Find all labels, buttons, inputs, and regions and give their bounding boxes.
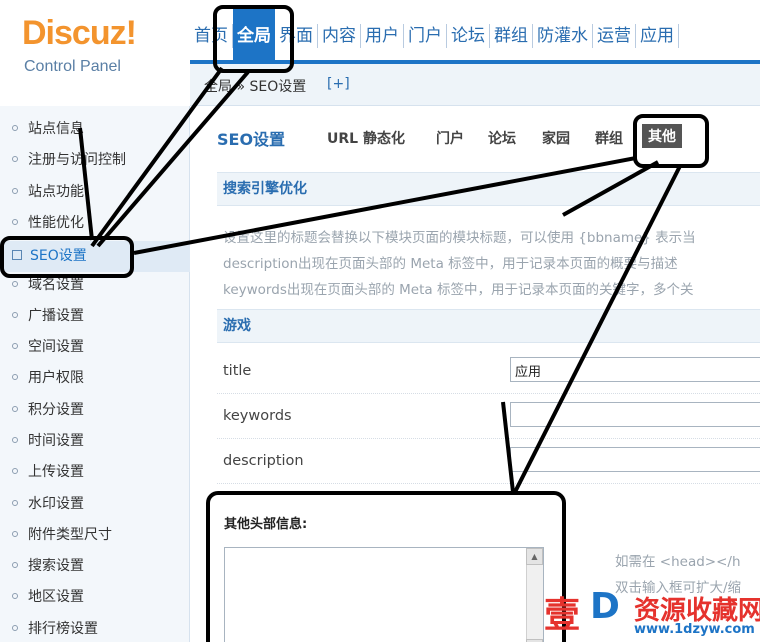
callout-seo-sidebar [0, 236, 134, 278]
head-info-note-1: 如需在 <head></h [615, 554, 741, 570]
bullet-icon [12, 437, 18, 443]
bullet-icon [12, 468, 18, 474]
keywords-label: keywords [223, 408, 292, 424]
bullet-icon [12, 593, 18, 599]
main-content: SEO设置 URL 静态化 门户 论坛 家园 群组 其他 搜索引擎优化 设置这里… [190, 106, 760, 642]
sidebar-item-label: 广播设置 [28, 308, 84, 324]
sidebar-item-credits[interactable]: 积分设置 [0, 395, 190, 426]
title-label: title [223, 363, 252, 379]
sidebar: 站点信息 注册与访问控制 站点功能 性能优化 SEO设置 域名设置 广播设置 空… [0, 106, 190, 642]
sidebar-item-label: 空间设置 [28, 339, 84, 355]
sidebar-item-permissions[interactable]: 用户权限 [0, 363, 190, 394]
sidebar-item-upload[interactable]: 上传设置 [0, 457, 190, 488]
nav-portal[interactable]: 门户 [404, 24, 447, 48]
sidebar-item-label: 附件类型尺寸 [28, 527, 112, 543]
logo-subtitle: Control Panel [24, 58, 121, 75]
section-seo-header: 搜索引擎优化 [217, 172, 760, 206]
field-row-keywords: keywords [217, 394, 760, 439]
callout-global-tab [213, 5, 294, 73]
site-watermark: 壹 D 资源收藏网 www.1dzyw.com [542, 586, 760, 642]
tab-home[interactable]: 家园 [542, 128, 570, 148]
bullet-icon [12, 343, 18, 349]
sidebar-item-label: 性能优化 [28, 215, 84, 231]
bullet-icon [12, 156, 18, 162]
sidebar-item-label: 上传设置 [28, 464, 84, 480]
other-head-info-label: 其他头部信息: [224, 517, 308, 532]
breadcrumb-add-link[interactable]: [+] [327, 76, 350, 92]
tab-seo-settings[interactable]: SEO设置 [217, 126, 285, 150]
other-head-info-textarea[interactable]: ▲ ▼ [224, 547, 544, 642]
sidebar-item-label: 积分设置 [28, 402, 84, 418]
bullet-icon [12, 374, 18, 380]
sidebar-item-label: 注册与访问控制 [28, 152, 126, 168]
sidebar-item-label: 域名设置 [28, 277, 84, 293]
sidebar-item-label: 时间设置 [28, 433, 84, 449]
sidebar-item-search[interactable]: 搜索设置 [0, 551, 190, 582]
nav-users[interactable]: 用户 [361, 24, 404, 48]
tab-groups[interactable]: 群组 [595, 128, 623, 148]
bullet-icon [12, 188, 18, 194]
sidebar-item-space[interactable]: 空间设置 [0, 332, 190, 363]
sidebar-item-label: 站点信息 [28, 121, 84, 137]
tip-line-3: keywords出现在页面头部的 Meta 标签中，用于记录本页面的关键字，多个… [223, 282, 694, 298]
description-label: description [223, 453, 304, 469]
sidebar-item-registration[interactable]: 注册与访问控制 [0, 145, 190, 176]
sidebar-item-region[interactable]: 地区设置 [0, 582, 190, 613]
field-row-description: description [217, 439, 760, 484]
field-row-title: title 应用 [217, 349, 760, 394]
bullet-icon [12, 219, 18, 225]
nav-antispam[interactable]: 防灌水 [533, 24, 593, 48]
nav-content[interactable]: 内容 [318, 24, 361, 48]
sidebar-item-label: 用户权限 [28, 370, 84, 386]
admin-window: Discuz! Control Panel 首页 全局 界面 内容 用户 门户 … [0, 0, 760, 642]
nav-groups[interactable]: 群组 [490, 24, 533, 48]
bullet-icon [12, 625, 18, 631]
tab-url-static[interactable]: URL 静态化 [327, 128, 405, 148]
sidebar-item-performance[interactable]: 性能优化 [0, 208, 190, 239]
sidebar-item-watermark[interactable]: 水印设置 [0, 489, 190, 520]
section-game-header: 游戏 [217, 309, 760, 343]
bullet-icon [12, 406, 18, 412]
sidebar-item-label: 搜索设置 [28, 558, 84, 574]
sidebar-item-site-info[interactable]: 站点信息 [0, 114, 190, 145]
keywords-input[interactable] [510, 402, 760, 427]
sidebar-item-time[interactable]: 时间设置 [0, 426, 190, 457]
tip-line-1: 设置这里的标题会替换以下模块页面的模块标题，可以使用 {bbname} 表示当 [223, 230, 696, 246]
watermark-char-1: 壹 [544, 595, 581, 636]
watermark-url: www.1dzyw.com [634, 622, 755, 637]
sidebar-item-site-features[interactable]: 站点功能 [0, 177, 190, 208]
sidebar-item-attachment-types[interactable]: 附件类型尺寸 [0, 520, 190, 551]
nav-apps[interactable]: 应用 [636, 24, 679, 48]
breadcrumb-path: 全局 » SEO设置 [204, 79, 307, 95]
tip-line-2: description出现在页面头部的 Meta 标签中，用于记录本页面的概要与… [223, 256, 678, 272]
bullet-icon [12, 312, 18, 318]
watermark-char-2: D [590, 586, 620, 627]
tab-forum[interactable]: 论坛 [488, 128, 516, 148]
callout-other-tab [633, 114, 709, 168]
other-head-info-callout: 其他头部信息: ▲ ▼ [206, 491, 566, 642]
nav-operations[interactable]: 运营 [593, 24, 636, 48]
logo: Discuz! Control Panel [0, 0, 190, 100]
sidebar-item-label: 排行榜设置 [28, 621, 98, 637]
scroll-up-arrow-icon[interactable]: ▲ [526, 548, 543, 565]
logo-title: Discuz! [22, 14, 137, 52]
bullet-icon [12, 500, 18, 506]
bullet-icon [12, 531, 18, 537]
sidebar-item-label: 水印设置 [28, 496, 84, 512]
bullet-icon [12, 281, 18, 287]
bullet-icon [12, 562, 18, 568]
sidebar-item-ranking[interactable]: 排行榜设置 [0, 614, 190, 642]
description-input[interactable] [510, 447, 760, 472]
bullet-icon [12, 125, 18, 131]
nav-forum[interactable]: 论坛 [447, 24, 490, 48]
title-input[interactable]: 应用 [510, 357, 760, 382]
sidebar-item-label: 地区设置 [28, 589, 84, 605]
tab-portal[interactable]: 门户 [436, 128, 464, 148]
sidebar-item-label: 站点功能 [28, 184, 84, 200]
sidebar-item-broadcast[interactable]: 广播设置 [0, 301, 190, 332]
